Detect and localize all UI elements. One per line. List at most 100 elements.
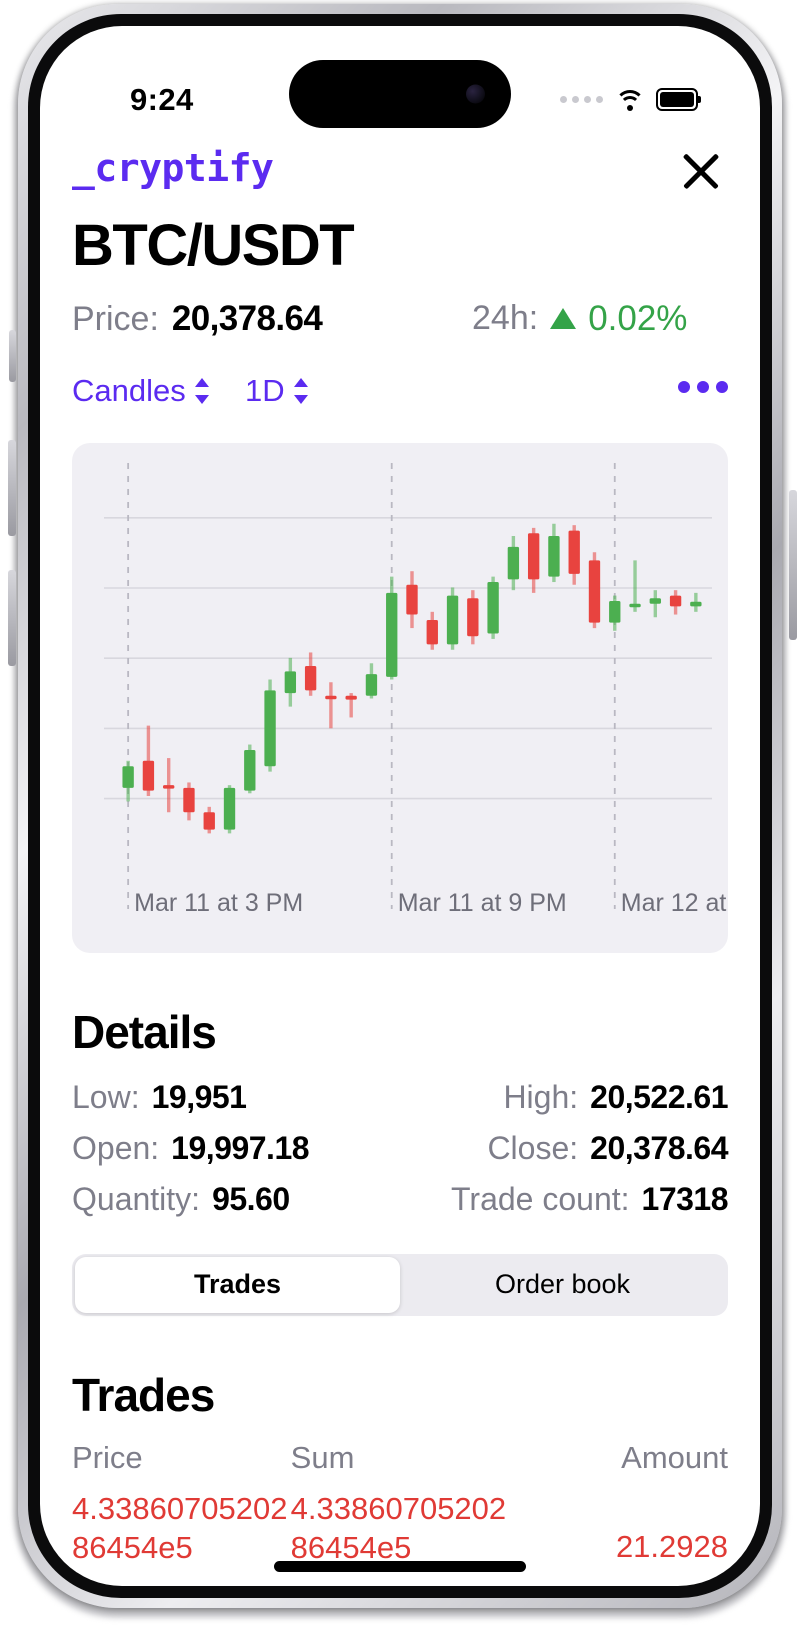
details-heading: Details bbox=[72, 1005, 217, 1058]
candle bbox=[345, 695, 357, 700]
status-bar-indicators bbox=[560, 88, 701, 111]
detail-label: Low: bbox=[72, 1078, 140, 1115]
detail-value: 20,522.61 bbox=[590, 1078, 728, 1115]
detail-high: High: 20,522.61 bbox=[400, 1079, 728, 1116]
candle bbox=[203, 812, 215, 830]
price-value: 20,378.64 bbox=[171, 298, 323, 338]
more-horizontal-icon[interactable] bbox=[678, 380, 728, 393]
chart-controls: Candles 1D bbox=[40, 373, 760, 421]
x-axis-tick-label: Mar 11 at 3 PM bbox=[134, 888, 304, 917]
detail-value: 17318 bbox=[641, 1180, 729, 1217]
app-content: _cryptify BTC/USDT Price: 20,378.64 24h:… bbox=[40, 136, 760, 1586]
page-title: BTC/USDT bbox=[72, 213, 355, 278]
detail-label: Trade count: bbox=[451, 1180, 630, 1217]
detail-low: Low: 19,951 bbox=[72, 1079, 400, 1116]
change-group: 24h: 0.02% bbox=[472, 299, 687, 339]
signal-dots-icon bbox=[560, 96, 603, 103]
detail-label: Close: bbox=[487, 1129, 579, 1166]
interval-selector[interactable]: 1D bbox=[245, 373, 309, 409]
chevron-updown-icon bbox=[194, 377, 210, 405]
screenshot-stage: 9:24 _cryptify BTC/USDT Price: 20,378.64 bbox=[0, 0, 805, 1625]
home-indicator[interactable] bbox=[274, 1561, 526, 1572]
chart-type-label: Candles bbox=[72, 372, 186, 408]
candle bbox=[142, 760, 155, 791]
candle bbox=[588, 560, 601, 623]
chart-x-axis-labels: Mar 11 at 3 PM Mar 11 at 9 PM Mar 12 at bbox=[72, 889, 728, 919]
close-icon[interactable] bbox=[672, 142, 730, 200]
candle bbox=[487, 581, 499, 634]
detail-tradecount: Trade count: 17318 bbox=[400, 1181, 728, 1218]
x-axis-tick-label: Mar 12 at bbox=[620, 888, 727, 917]
candle bbox=[649, 598, 661, 604]
detail-value: 20,378.64 bbox=[590, 1129, 728, 1166]
mute-switch[interactable] bbox=[9, 330, 16, 382]
triangle-up-icon bbox=[550, 308, 577, 330]
candle bbox=[527, 533, 540, 580]
candle bbox=[284, 671, 297, 693]
trades-heading: Trades bbox=[72, 1368, 215, 1421]
price-group: Price: 20,378.64 bbox=[72, 298, 323, 339]
candle bbox=[426, 619, 438, 645]
details-grid: Low: 19,951 High: 20,522.61 Open: 19,997.18 Cl… bbox=[72, 1079, 729, 1218]
column-header-price: Price bbox=[72, 1439, 143, 1475]
candle bbox=[183, 787, 195, 813]
price-label: Price: bbox=[72, 299, 159, 338]
candlestick-chart[interactable]: Mar 11 at 3 PM Mar 11 at 9 PM Mar 12 at bbox=[72, 442, 728, 953]
column-header-amount: Amount bbox=[621, 1439, 728, 1475]
app-header: _cryptify bbox=[40, 136, 760, 210]
candle bbox=[467, 598, 479, 637]
detail-value: 95.60 bbox=[212, 1180, 290, 1217]
volume-down-button[interactable] bbox=[8, 570, 16, 666]
quote-row: Price: 20,378.64 24h: 0.02% bbox=[40, 299, 760, 347]
power-button[interactable] bbox=[789, 490, 797, 640]
candle bbox=[244, 749, 256, 791]
chart-canvas bbox=[104, 462, 712, 909]
trade-sum: 4.3386070520286454e5 bbox=[290, 1490, 507, 1565]
candle bbox=[163, 785, 175, 789]
detail-value: 19,997.18 bbox=[171, 1129, 310, 1166]
candle bbox=[690, 601, 702, 607]
battery-icon bbox=[656, 88, 701, 111]
wifi-icon bbox=[614, 89, 645, 111]
x-axis-tick-label: Mar 11 at 9 PM bbox=[397, 888, 567, 917]
candle bbox=[568, 530, 580, 574]
chart-type-selector[interactable]: Candles bbox=[72, 373, 210, 409]
candle bbox=[264, 690, 276, 767]
candle bbox=[122, 766, 134, 788]
status-bar: 9:24 bbox=[40, 26, 760, 136]
front-camera-icon bbox=[466, 84, 485, 104]
candle bbox=[548, 535, 560, 577]
phone-screen: 9:24 _cryptify BTC/USDT Price: 20,378.64 bbox=[40, 26, 760, 1586]
interval-label: 1D bbox=[245, 372, 285, 408]
detail-label: Open: bbox=[72, 1129, 160, 1166]
segment-trades[interactable]: Trades bbox=[75, 1256, 400, 1313]
detail-open: Open: 19,997.18 bbox=[72, 1130, 400, 1167]
trades-table-header: Price Sum Amount bbox=[72, 1440, 728, 1476]
trade-price: 4.3386070520286454e5 bbox=[72, 1490, 288, 1565]
candle bbox=[669, 595, 682, 607]
column-header-sum: Sum bbox=[290, 1439, 355, 1475]
candle bbox=[223, 787, 236, 830]
trades-orderbook-segmented-control[interactable]: Trades Order book bbox=[72, 1253, 728, 1316]
dynamic-island bbox=[289, 60, 511, 128]
detail-label: High: bbox=[503, 1078, 579, 1115]
chevron-updown-icon bbox=[293, 377, 309, 405]
candle bbox=[507, 546, 520, 580]
change-label: 24h: bbox=[472, 299, 539, 338]
table-row[interactable]: 4.3386070520286454e5 4.3386070520286454e… bbox=[72, 1490, 728, 1568]
segment-order-book[interactable]: Order book bbox=[400, 1257, 725, 1313]
detail-close: Close: 20,378.64 bbox=[400, 1130, 728, 1167]
detail-quantity: Quantity: 95.60 bbox=[72, 1181, 400, 1218]
candle bbox=[304, 665, 317, 691]
brand-logo[interactable]: _cryptify bbox=[72, 146, 274, 190]
candle bbox=[386, 592, 398, 677]
candle bbox=[325, 695, 337, 700]
candle bbox=[365, 674, 378, 696]
status-bar-time: 9:24 bbox=[130, 82, 194, 117]
candle bbox=[446, 595, 459, 645]
change-value: 0.02% bbox=[588, 298, 688, 338]
detail-label: Quantity: bbox=[72, 1180, 201, 1217]
volume-up-button[interactable] bbox=[8, 440, 16, 536]
candle bbox=[406, 584, 418, 615]
trade-amount: 21.2928 bbox=[615, 1528, 728, 1564]
